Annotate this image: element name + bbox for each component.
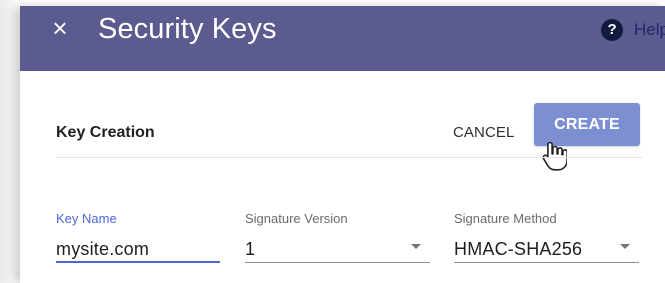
dialog-header: × Security Keys ? Help — [20, 6, 665, 71]
section-title: Key Creation — [56, 124, 155, 141]
signature-method-label: Signature Method — [454, 211, 557, 226]
signature-version-underline — [245, 262, 430, 263]
help-icon: ? — [601, 19, 624, 41]
help-label: Help — [634, 20, 665, 39]
section-divider — [56, 157, 642, 158]
page-title: Security Keys — [98, 13, 277, 45]
signature-method-select[interactable]: HMAC-SHA256 — [454, 239, 582, 260]
security-keys-dialog: × Security Keys ? Help Key Creation CANC… — [20, 6, 665, 283]
help-link[interactable]: ? Help — [601, 16, 665, 44]
close-button[interactable]: × — [48, 13, 72, 43]
signature-version-select[interactable]: 1 — [245, 239, 255, 260]
key-name-input[interactable]: mysite.com — [56, 239, 149, 260]
signature-method-underline — [454, 262, 639, 263]
signature-version-label: Signature Version — [245, 211, 348, 226]
chevron-down-icon[interactable] — [411, 244, 421, 249]
key-name-underline — [56, 261, 220, 263]
chevron-down-icon[interactable] — [620, 244, 630, 249]
key-name-label: Key Name — [56, 211, 117, 226]
cancel-button[interactable]: CANCEL — [443, 116, 524, 149]
hand-pointer-icon — [542, 141, 567, 171]
close-icon: × — [52, 13, 68, 43]
